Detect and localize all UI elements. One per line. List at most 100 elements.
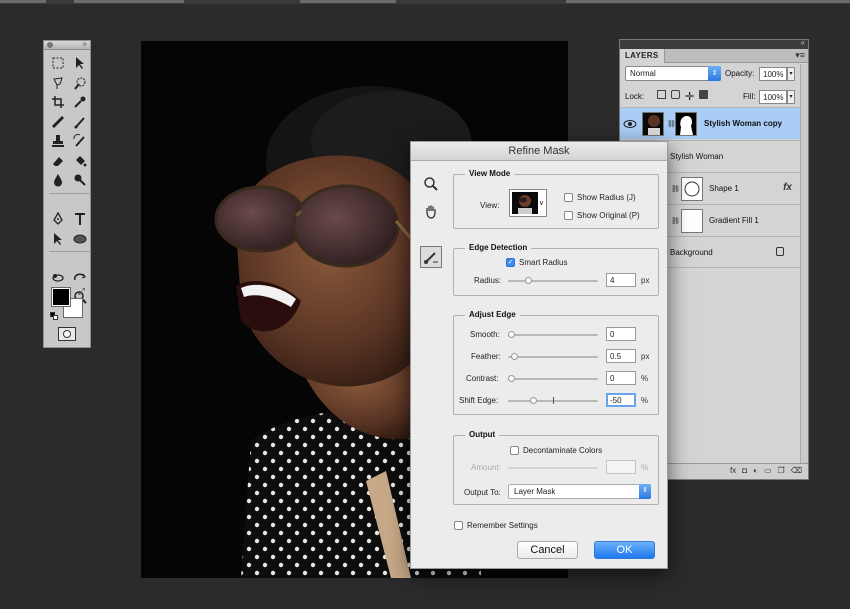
- 3d-roll-icon[interactable]: [71, 269, 89, 287]
- add-mask-icon[interactable]: ◘: [742, 466, 747, 477]
- hand-icon[interactable]: [423, 203, 439, 219]
- shift-edge-slider-knob[interactable]: [530, 397, 537, 404]
- paint-bucket-icon[interactable]: [71, 152, 89, 170]
- amount-input[interactable]: [606, 460, 636, 474]
- tools-panel-titlebar[interactable]: »: [44, 39, 90, 50]
- layers-panel-bar[interactable]: «: [620, 38, 808, 49]
- group-folder-icon[interactable]: ▭: [764, 466, 772, 477]
- tab-strip-segment: [0, 0, 46, 3]
- lock-transparent-icon[interactable]: [657, 90, 666, 99]
- tab-layers[interactable]: LAYERS: [620, 49, 665, 63]
- output-to-select[interactable]: Layer Mask ⇕: [508, 484, 651, 499]
- zoom-icon[interactable]: [423, 176, 439, 192]
- show-original-checkbox[interactable]: [564, 211, 573, 220]
- path-selection-icon[interactable]: [49, 230, 67, 248]
- smooth-slider-knob[interactable]: [508, 331, 515, 338]
- contrast-slider-knob[interactable]: [508, 375, 515, 382]
- close-icon[interactable]: [47, 42, 53, 48]
- contrast-slider[interactable]: [508, 375, 598, 382]
- lock-label: Lock:: [625, 92, 645, 101]
- decontaminate-colors-checkbox[interactable]: [510, 446, 519, 455]
- lock-image-icon[interactable]: [671, 90, 680, 99]
- 3d-rotate-icon[interactable]: [49, 269, 67, 287]
- layer-name: Gradient Fill 1: [709, 216, 759, 225]
- adjust-edge-heading: Adjust Edge: [465, 310, 520, 319]
- radius-input[interactable]: 4: [606, 273, 636, 287]
- brush-icon[interactable]: [71, 113, 89, 131]
- link-icon[interactable]: ⛓: [671, 217, 680, 225]
- radius-unit: px: [641, 276, 650, 285]
- color-swatches: ⤢: [50, 286, 86, 320]
- show-radius-checkbox[interactable]: [564, 193, 573, 202]
- healing-brush-icon[interactable]: [49, 113, 67, 131]
- layers-tab-bar: LAYERS ▾≡: [620, 49, 808, 63]
- shift-edge-input[interactable]: -50: [606, 393, 636, 407]
- cancel-button[interactable]: Cancel: [517, 541, 578, 559]
- feather-slider[interactable]: [508, 353, 598, 360]
- amount-slider[interactable]: [508, 467, 598, 469]
- lock-position-icon[interactable]: ✛: [685, 90, 694, 103]
- view-mode-picker[interactable]: ∨: [509, 189, 547, 217]
- chevron-down-icon[interactable]: ▾: [787, 67, 795, 81]
- layers-scrollbar[interactable]: [800, 64, 808, 464]
- layer-thumbnail: [642, 112, 664, 136]
- eraser-icon[interactable]: [49, 152, 67, 170]
- eye-icon[interactable]: [623, 118, 637, 130]
- move-icon[interactable]: [71, 54, 89, 72]
- expand-icon[interactable]: »: [83, 39, 87, 48]
- shift-edge-label: Shift Edge:: [459, 396, 499, 405]
- opacity-input[interactable]: 100% ▾: [759, 67, 795, 81]
- foreground-color-swatch[interactable]: [51, 287, 71, 307]
- panel-menu-icon[interactable]: ▾≡: [795, 50, 805, 61]
- shift-edge-slider[interactable]: [508, 397, 598, 404]
- gradient-thumbnail: [681, 209, 703, 233]
- default-colors-icon[interactable]: [50, 312, 58, 320]
- chevron-down-icon[interactable]: ▾: [787, 90, 795, 104]
- quick-mask-button[interactable]: [58, 327, 76, 341]
- blend-mode-value: Normal: [630, 69, 656, 78]
- fx-menu-icon[interactable]: fx: [730, 466, 736, 477]
- smart-radius-checkbox[interactable]: ✓: [506, 258, 515, 267]
- radius-slider[interactable]: [508, 277, 598, 284]
- lock-all-icon[interactable]: [699, 90, 708, 99]
- blend-mode-select[interactable]: Normal ⇕: [625, 66, 721, 81]
- eyedropper-icon[interactable]: [71, 93, 89, 111]
- marquee-icon[interactable]: [49, 54, 67, 72]
- clone-stamp-icon[interactable]: [49, 132, 67, 150]
- feather-input[interactable]: 0.5: [606, 349, 636, 363]
- refine-radius-tool-button[interactable]: [420, 246, 442, 268]
- trash-icon[interactable]: ⌫: [791, 466, 802, 477]
- blur-icon[interactable]: [49, 171, 67, 189]
- pen-icon[interactable]: [49, 210, 67, 228]
- smooth-label: Smooth:: [470, 330, 500, 339]
- new-layer-icon[interactable]: ❐: [778, 466, 785, 477]
- shift-edge-unit: %: [641, 396, 649, 405]
- history-brush-icon[interactable]: [71, 132, 89, 150]
- shape-thumbnail: [681, 177, 703, 201]
- remember-settings-checkbox[interactable]: [454, 521, 463, 530]
- collapse-icon[interactable]: «: [801, 38, 805, 47]
- feather-slider-knob[interactable]: [511, 353, 518, 360]
- adjustment-layer-icon[interactable]: ◐: [753, 466, 758, 477]
- opacity-value: 100%: [763, 70, 784, 79]
- layer-mask-thumbnail[interactable]: [675, 112, 697, 136]
- contrast-input[interactable]: 0: [606, 371, 636, 385]
- ellipse-icon[interactable]: [71, 230, 89, 248]
- smooth-slider[interactable]: [508, 331, 598, 338]
- dodge-icon[interactable]: [71, 171, 89, 189]
- smooth-input[interactable]: 0: [606, 327, 636, 341]
- link-icon[interactable]: ⛓: [671, 185, 680, 193]
- fill-input[interactable]: 100% ▾: [759, 90, 795, 104]
- lasso-icon[interactable]: [49, 74, 67, 92]
- crop-icon[interactable]: [49, 93, 67, 111]
- layer-row-stylish-woman-copy[interactable]: ⛓ Stylish Woman copy: [620, 107, 808, 139]
- blend-row: Normal ⇕ Opacity: 100% ▾: [625, 66, 805, 82]
- feather-unit: px: [641, 352, 650, 361]
- fx-icon[interactable]: fx: [783, 182, 792, 193]
- tool-grid: [44, 50, 91, 308]
- swap-colors-icon[interactable]: ⤢: [78, 286, 85, 297]
- radius-slider-knob[interactable]: [525, 277, 532, 284]
- quick-selection-icon[interactable]: [71, 74, 89, 92]
- type-icon[interactable]: [71, 210, 89, 228]
- ok-button[interactable]: OK: [594, 541, 655, 559]
